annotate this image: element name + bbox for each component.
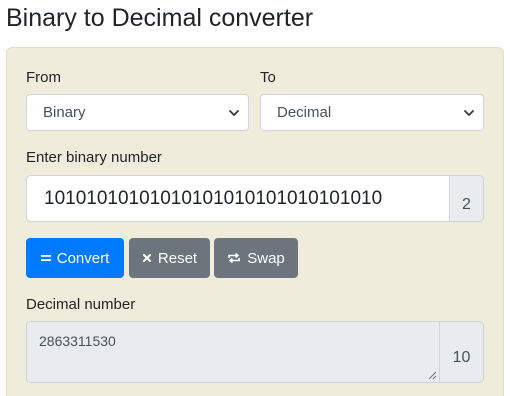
input-base-addon: 2 (449, 175, 484, 222)
decimal-output-group: 2863311530 10 (26, 321, 484, 383)
page: Binary to Decimal converter From Binary … (0, 0, 510, 396)
from-select-value: Binary (43, 104, 86, 121)
to-select-value: Decimal (277, 104, 332, 121)
output-label: Decimal number (26, 296, 136, 313)
to-select[interactable]: Decimal (260, 94, 484, 131)
x-icon (142, 254, 151, 263)
page-title: Binary to Decimal converter (6, 4, 314, 32)
equals-icon (40, 255, 51, 262)
reset-button-label: Reset (157, 250, 198, 268)
output-base-addon: 10 (439, 321, 484, 383)
reset-button[interactable]: Reset (129, 238, 210, 278)
from-select[interactable]: Binary (26, 94, 249, 131)
chevron-down-icon (464, 110, 474, 116)
convert-button[interactable]: Convert (26, 238, 124, 278)
chevron-down-icon (229, 110, 239, 116)
decimal-output-value: 2863311530 (39, 333, 116, 349)
convert-button-label: Convert (56, 250, 110, 268)
binary-input[interactable]: 10101010101010101010101010101010 (26, 175, 450, 222)
swap-button-label: Swap (247, 250, 285, 268)
resize-grip-icon[interactable] (428, 371, 437, 380)
binary-input-group: 10101010101010101010101010101010 2 (26, 175, 484, 222)
decimal-output[interactable]: 2863311530 (26, 321, 440, 383)
swap-arrows-icon (228, 252, 241, 264)
swap-button[interactable]: Swap (214, 238, 298, 278)
from-label: From (26, 69, 61, 86)
input-label: Enter binary number (26, 149, 162, 166)
binary-input-value: 10101010101010101010101010101010 (44, 188, 383, 209)
to-label: To (260, 69, 276, 86)
